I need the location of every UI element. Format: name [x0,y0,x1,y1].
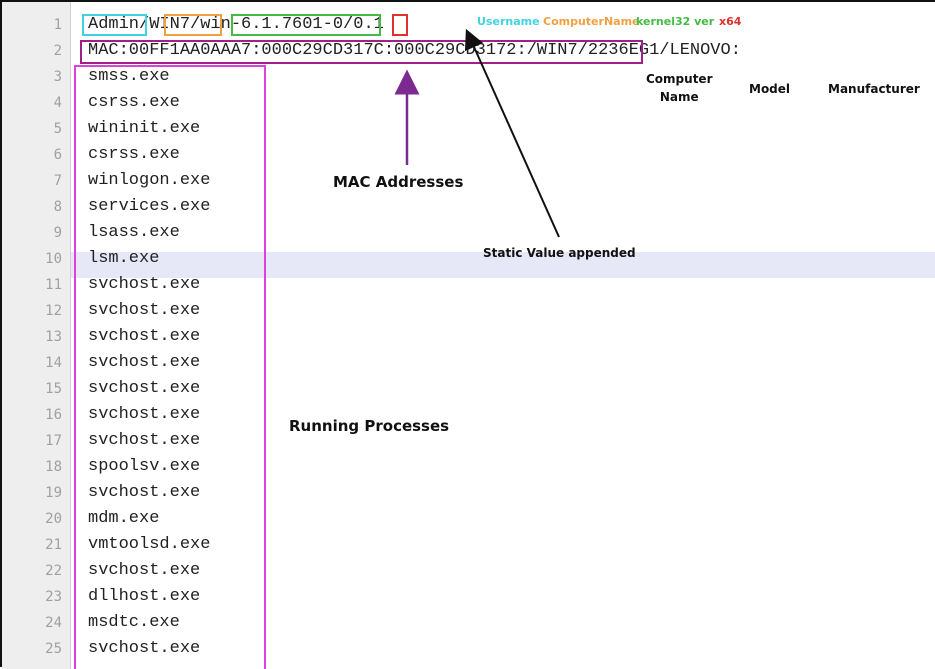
editor-window: 1 Admin/WIN7/win-6.1.7601-0/0.1 2 MAC:00FF1… [0,0,935,669]
annotation-arrows [394,28,560,238]
static-value-arrow [464,28,560,238]
